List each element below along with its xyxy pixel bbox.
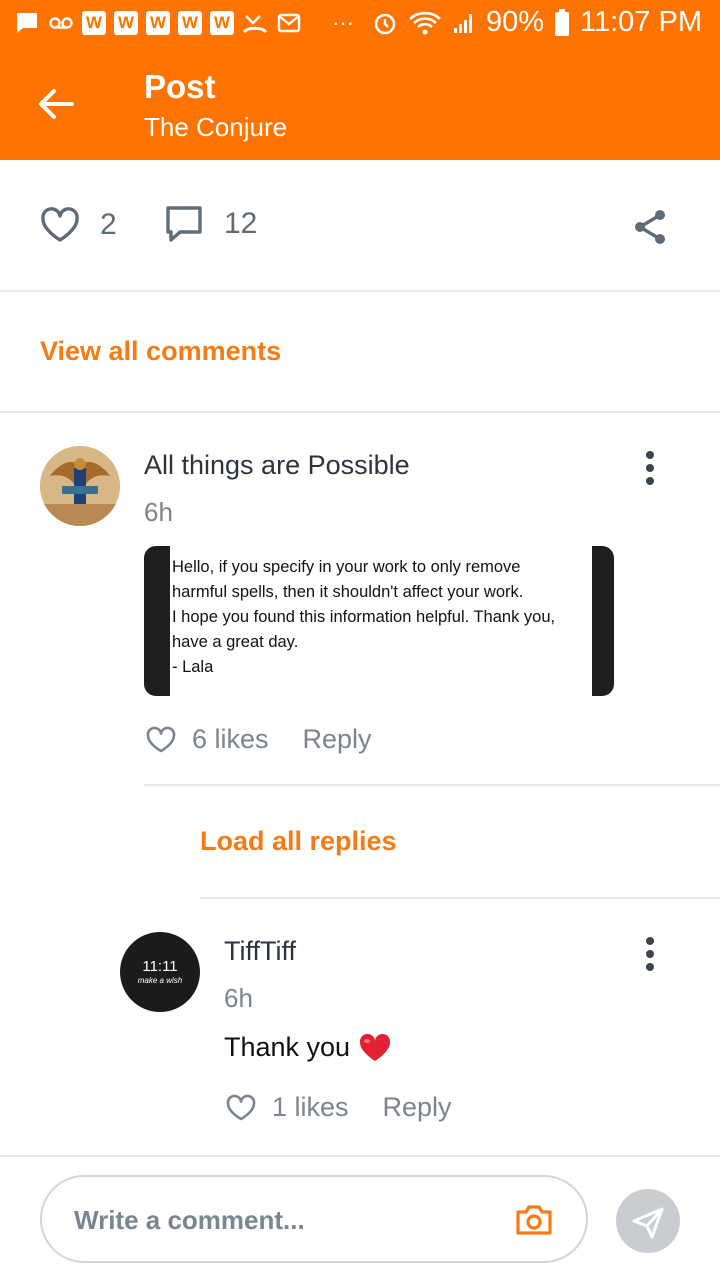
camera-icon[interactable] — [514, 1203, 554, 1237]
status-bar: W W W W W ··· 90% 11:07 PM — [0, 0, 720, 50]
app-notification-icon: W — [114, 11, 138, 35]
post-action-bar: 2 12 — [0, 160, 720, 292]
missed-call-icon — [242, 15, 268, 34]
reply-author[interactable]: TiffTiff — [224, 936, 296, 967]
reply-button[interactable]: Reply — [383, 1092, 452, 1123]
app-notification-icon: W — [178, 11, 202, 35]
app-bar: Post The Conjure — [0, 50, 720, 160]
comment-image-text: Hello, if you specify in your work to on… — [172, 558, 556, 676]
alarm-icon — [374, 13, 396, 34]
message-icon — [17, 13, 37, 33]
email-icon — [277, 13, 301, 33]
more-notifications-icon: ··· — [332, 10, 354, 35]
avatar-text: 11:11 — [142, 958, 178, 975]
image-border — [592, 546, 614, 696]
red-heart-emoji-icon — [360, 1033, 391, 1061]
reply-message: Thank you — [224, 1032, 351, 1062]
battery-level: 90% — [485, 6, 545, 38]
send-button[interactable] — [616, 1189, 680, 1253]
battery-icon — [555, 8, 570, 36]
comment-icon — [166, 206, 202, 242]
post-comment-button[interactable]: 12 — [164, 204, 257, 244]
comment-like-count: 6 likes — [192, 724, 269, 754]
voicemail-icon — [49, 17, 73, 29]
share-icon[interactable] — [632, 208, 668, 246]
comment-image[interactable]: Hello, if you specify in your work to on… — [144, 546, 614, 696]
divider — [0, 411, 720, 413]
heart-icon — [226, 1094, 256, 1120]
reply-like-button[interactable]: 1 likes — [226, 1092, 349, 1123]
reply-like-count: 1 likes — [272, 1092, 349, 1122]
comment-time: 6h — [144, 497, 173, 527]
app-notification-icon: W — [146, 11, 170, 35]
load-all-replies-link[interactable]: Load all replies — [200, 826, 397, 857]
comment-composer: Write a comment... — [0, 1155, 720, 1282]
heart-icon — [146, 726, 176, 752]
comment-actions: 6 likes Reply — [146, 724, 372, 755]
wifi-icon — [409, 11, 441, 34]
post-like-count: 2 — [100, 208, 117, 241]
page-title: Post — [144, 68, 216, 105]
avatar[interactable] — [40, 446, 120, 526]
view-all-comments-link[interactable]: View all comments — [40, 336, 281, 367]
reply-time: 6h — [224, 983, 253, 1013]
comment-input-placeholder: Write a comment... — [74, 1205, 305, 1235]
comment-like-button[interactable]: 6 likes — [146, 724, 269, 755]
avatar[interactable]: 11:11 make a wish — [120, 932, 200, 1012]
reply-button[interactable]: Reply — [303, 724, 372, 755]
back-arrow-icon[interactable] — [36, 84, 76, 124]
divider — [144, 784, 720, 786]
comment-input[interactable]: Write a comment... — [40, 1175, 588, 1263]
image-border — [144, 546, 170, 696]
avatar-image — [40, 446, 120, 526]
signal-icon — [453, 13, 472, 33]
community-name: The Conjure — [144, 112, 288, 142]
reply-text: Thank you — [224, 1032, 392, 1063]
post-comment-count: 12 — [224, 207, 258, 240]
avatar-subtext: make a wish — [137, 976, 183, 985]
app-notification-icon: W — [210, 11, 234, 35]
more-options-icon[interactable] — [644, 936, 656, 972]
divider — [200, 897, 720, 899]
status-time: 11:07 PM — [580, 6, 702, 38]
app-notification-icon: W — [82, 11, 106, 35]
heart-icon — [41, 207, 79, 242]
comment-author[interactable]: All things are Possible — [144, 450, 410, 481]
send-icon — [632, 1207, 664, 1239]
more-options-icon[interactable] — [644, 450, 656, 486]
reply-actions: 1 likes Reply — [226, 1092, 452, 1123]
post-like-button[interactable]: 2 — [40, 206, 117, 244]
